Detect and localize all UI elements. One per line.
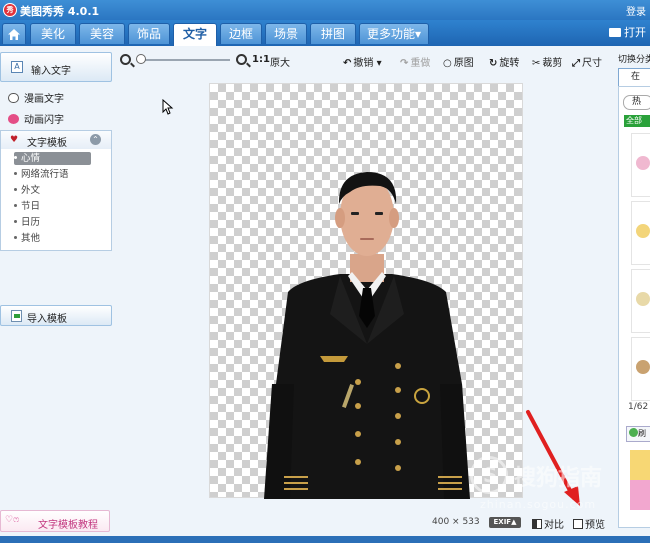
resize-icon: ⤢ [572, 58, 580, 69]
tab-face[interactable]: 美容 [79, 23, 125, 44]
love-template-icon: ♥ [10, 135, 19, 145]
tutorial-decoration-icon: ♡ෆ [5, 515, 20, 525]
mouse-cursor-icon [162, 99, 174, 115]
template-item-mood[interactable]: 心情 [14, 152, 91, 165]
switch-category-label[interactable]: 切换分类 [618, 52, 650, 65]
title-bar: 秀 美图秀秀 4.0.1 登录 [0, 0, 650, 20]
speech-bubble-icon [8, 93, 19, 103]
collapse-icon[interactable]: ⌃ [90, 134, 101, 145]
animated-text-link[interactable]: 动画闪字 [8, 111, 64, 126]
portrait-photo [264, 172, 470, 499]
image-toolbar: 1:1 原大 ↶ 撤销 ▾ ↷ 重做 ○ 原图 ↻ 旋转 ✂ 裁剪 ⤢ 尺寸 [116, 46, 610, 74]
promo-banner[interactable] [630, 450, 650, 480]
import-icon [11, 310, 22, 322]
zoom-out-icon[interactable] [120, 54, 131, 65]
exif-button[interactable]: EXIF▲ [489, 517, 521, 528]
compare-icon [532, 519, 542, 529]
redo-icon: ↷ [400, 58, 409, 69]
comic-text-link[interactable]: 漫画文字 [8, 90, 64, 105]
tab-more-features[interactable]: 更多功能▾ [359, 23, 429, 44]
tab-beautify[interactable]: 美化 [30, 23, 76, 44]
folder-icon [609, 28, 621, 37]
material-thumbnail[interactable] [631, 269, 650, 333]
zoom-slider-handle[interactable] [136, 54, 146, 64]
preview-button[interactable]: 预览 [573, 516, 605, 531]
template-tutorial-button[interactable]: ♡ෆ 文字模板教程 [0, 510, 110, 532]
zoom-slider[interactable] [138, 59, 230, 61]
all-filter-button[interactable]: 全部 [624, 115, 650, 127]
app-title: 美图秀秀 4.0.1 [20, 5, 100, 18]
undo-dropdown-icon[interactable]: ▾ [377, 58, 382, 69]
rotate-button[interactable]: ↻ 旋转 [489, 54, 519, 69]
compare-button[interactable]: 对比 [532, 516, 564, 531]
material-tab[interactable]: 在 [618, 68, 650, 86]
zoom-in-icon[interactable] [236, 54, 247, 65]
input-text-label: 输入文字 [31, 66, 71, 77]
preview-icon [573, 519, 583, 529]
tab-collage[interactable]: 拼图 [310, 23, 356, 44]
page-indicator: 1/62 [628, 402, 649, 412]
open-button[interactable]: 打开 [609, 24, 646, 40]
material-panel: 切换分类 在 热 全部 1/62 刷 [612, 46, 650, 536]
template-header[interactable]: ♥ 文字模板 ⌃ [1, 131, 111, 149]
material-thumbnail[interactable] [631, 201, 650, 265]
size-button[interactable]: ⤢ 尺寸 [572, 54, 602, 69]
input-text-button[interactable]: A 输入文字 [0, 52, 112, 82]
template-item-other[interactable]: 其他 [14, 232, 91, 245]
template-item-calendar[interactable]: 日历 [14, 216, 91, 229]
image-dimensions: 400 × 533 [432, 517, 480, 527]
hot-filter-button[interactable]: 热 [623, 95, 650, 110]
tab-decorations[interactable]: 饰品 [128, 23, 170, 44]
original-image-button[interactable]: ○ 原图 [443, 54, 474, 69]
undo-button[interactable]: ↶ 撤销 ▾ [343, 54, 382, 69]
actual-size-label[interactable]: 原大 [270, 54, 290, 69]
scissors-icon: ✂ [532, 58, 541, 69]
refresh-icon [629, 428, 638, 437]
import-template-button[interactable]: 导入模板 [0, 305, 112, 326]
text-template-panel: ♥ 文字模板 ⌃ 心情 网络流行语 外文 节日 日历 其他 [0, 130, 112, 251]
watermark-url: zhinan.sogou.com [480, 498, 597, 511]
tab-scene[interactable]: 场景 [265, 23, 307, 44]
text-a-icon: A [11, 61, 23, 73]
template-item-foreign[interactable]: 外文 [14, 184, 91, 197]
home-tab[interactable] [2, 23, 26, 44]
promo-banner-2[interactable] [630, 480, 650, 510]
actual-size-ratio[interactable]: 1:1 [252, 54, 270, 65]
left-panel: A 输入文字 漫画文字 动画闪字 ♥ 文字模板 ⌃ 心情 网络流行语 外文 节日… [0, 46, 116, 536]
watermark: 搜狗指南 zhinan.sogou.com [470, 456, 610, 516]
refresh-button[interactable]: 刷 [626, 426, 650, 442]
heart-icon [8, 114, 19, 124]
watermark-text: 搜狗指南 [514, 466, 603, 491]
app-logo-icon: 秀 [3, 3, 17, 17]
material-thumbnail[interactable] [631, 133, 650, 197]
home-icon [8, 29, 20, 40]
tab-frame[interactable]: 边框 [220, 23, 262, 44]
redo-button[interactable]: ↷ 重做 [400, 54, 430, 69]
undo-icon: ↶ [343, 58, 352, 69]
main-tab-bar: 美化 美容 饰品 文字 边框 场景 拼图 更多功能▾ 打开 [0, 20, 650, 46]
image-canvas[interactable] [209, 83, 523, 499]
login-link[interactable]: 登录 [626, 3, 646, 18]
bottom-border [0, 536, 650, 543]
tab-text[interactable]: 文字 [173, 23, 217, 46]
crop-button[interactable]: ✂ 裁剪 [532, 54, 562, 69]
material-thumbnail[interactable] [631, 337, 650, 401]
sogou-logo-icon [470, 456, 508, 494]
template-item-net-slang[interactable]: 网络流行语 [14, 168, 91, 181]
rotate-icon: ↻ [489, 58, 498, 69]
template-item-holiday[interactable]: 节日 [14, 200, 91, 213]
original-icon: ○ [443, 58, 452, 69]
